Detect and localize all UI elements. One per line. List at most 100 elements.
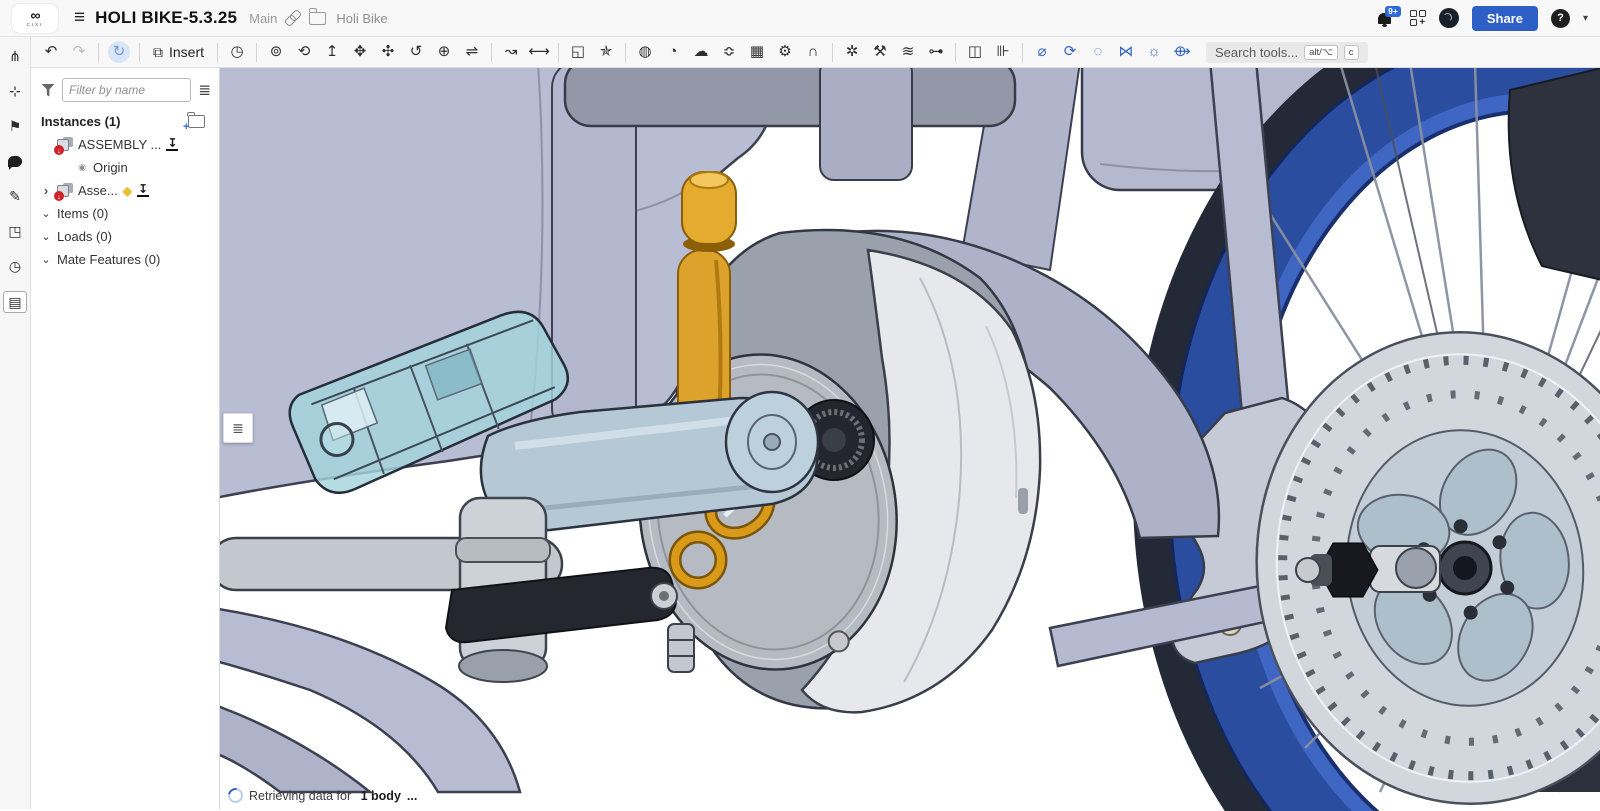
loading-spinner-icon (225, 785, 246, 806)
performance-stopwatch-icon[interactable]: ◷ (4, 256, 26, 276)
lift-part-icon[interactable]: ↥ (318, 38, 346, 66)
toolbar-divider (491, 43, 492, 62)
insert-icon: ⧉ (153, 44, 163, 61)
search-tools-box[interactable]: Search tools...alt/⌥c (1206, 42, 1367, 63)
snap-center-icon[interactable]: ⊕ (430, 38, 458, 66)
clamp-magnet-icon[interactable]: ∩ (799, 38, 827, 66)
interference-gear-icon[interactable]: ✲ (838, 38, 866, 66)
assembly-instance-icon: ↓ (56, 137, 73, 152)
drawing-sheet-icon[interactable]: ◫ (961, 38, 989, 66)
simulation-gear-icon[interactable]: ⚒ (866, 38, 894, 66)
toolbar-divider (558, 43, 559, 62)
versions-cube-icon[interactable]: ◳ (4, 221, 26, 241)
part-lower-frame[interactable] (220, 498, 694, 792)
instances-panel: ≣ Instances (1) ↓ASSEMBLY ...↧◉Origin›↓A… (31, 68, 220, 809)
toolbar-divider (98, 43, 99, 62)
document-path[interactable]: Holi Bike (336, 11, 387, 26)
out-of-date-badge-icon: ↓ (54, 145, 64, 155)
spin-animation-icon[interactable]: ⟴ (1168, 38, 1196, 66)
redo-icon[interactable]: ↷ (65, 38, 93, 66)
tree-row[interactable]: ◉Origin (31, 156, 219, 179)
hierarchy-icon[interactable]: ⋔ (4, 46, 26, 66)
duplicate-instances-icon[interactable]: ≎ (715, 38, 743, 66)
tree-group-header[interactable]: ⌄Items (0) (31, 202, 219, 225)
hamburger-menu-icon[interactable]: ≡ (74, 7, 85, 29)
chevron-down-icon[interactable]: ▾ (1583, 13, 1588, 24)
publish-cloud-icon[interactable]: ☁ (687, 38, 715, 66)
add-folder-icon[interactable] (188, 115, 205, 128)
tree-row[interactable]: ↓ASSEMBLY ...↧ (31, 133, 219, 156)
display-states-flyout-button[interactable]: ≣ (223, 413, 253, 443)
tree-item-label: Asse... (78, 183, 118, 198)
animate-rotate-icon[interactable]: ⟳ (1056, 38, 1084, 66)
document-title[interactable]: HOLI BIKE-5.3.25 (95, 8, 237, 28)
translate-icon[interactable]: ✥ (346, 38, 374, 66)
help-icon[interactable]: ? (1551, 9, 1570, 28)
notification-badge: 9+ (1385, 6, 1401, 17)
select-cylinder-icon[interactable]: ◔ (659, 38, 687, 66)
insert-button[interactable]: ⧉Insert (145, 44, 212, 61)
user-avatar[interactable] (1439, 8, 1459, 28)
measure-tools-icon[interactable]: ⊪ (989, 38, 1017, 66)
list-view-icon[interactable]: ≣ (198, 81, 211, 99)
gear-relation-icon[interactable]: ⚙ (771, 38, 799, 66)
configurations-icon[interactable]: ⊹ (4, 81, 26, 101)
path-relation-icon[interactable]: ↝ (497, 38, 525, 66)
history-icon[interactable]: ◷ (223, 38, 251, 66)
snapshot-rays-icon[interactable]: ☼ (1140, 38, 1168, 66)
mirror-icon[interactable]: ⇌ (458, 38, 486, 66)
cixi-logo[interactable]: ∞ CIXI (12, 4, 58, 33)
update-sync-icon[interactable]: ↻ (108, 41, 130, 63)
share-button[interactable]: Share (1472, 6, 1538, 31)
notifications-button[interactable]: 9+ (1377, 9, 1397, 27)
limit-distance-icon[interactable]: ⟷ (525, 38, 553, 66)
rotate-entity-icon[interactable]: ⟲ (290, 38, 318, 66)
undo-icon[interactable]: ↶ (37, 38, 65, 66)
topbar-actions: 9+ + Share ? ▾ (1377, 6, 1588, 31)
comments-icon[interactable] (4, 151, 26, 171)
workspace-name[interactable]: Main (249, 11, 277, 26)
instances-tree: ↓ASSEMBLY ...↧◉Origin›↓Asse...◆↧ (31, 133, 219, 202)
toolbar-divider (625, 43, 626, 62)
free-move-icon[interactable]: ✣ (374, 38, 402, 66)
belt-chain-icon[interactable]: ⊶ (922, 38, 950, 66)
speech-bubble-icon (8, 156, 22, 167)
filter-funnel-icon[interactable] (41, 84, 55, 97)
toolbar-divider (217, 43, 218, 62)
group-label: Items (0) (57, 206, 108, 221)
pattern-grid-icon[interactable]: ▦ (743, 38, 771, 66)
filter-input[interactable] (62, 78, 191, 102)
exploded-view-icon[interactable]: ◌ (1084, 38, 1112, 66)
group-label: Loads (0) (57, 229, 112, 244)
tree-row[interactable]: ›↓Asse...◆↧ (31, 179, 219, 202)
link-icon[interactable] (284, 9, 302, 27)
instances-header[interactable]: Instances (1) (31, 110, 219, 133)
assembly-instance-icon: ↓ (56, 183, 73, 198)
notes-edit-icon[interactable]: ✎ (4, 186, 26, 206)
rotate-about-axis-icon[interactable]: ↺ (402, 38, 430, 66)
out-of-date-badge-icon: ↓ (54, 191, 64, 201)
collapse-pinch-icon[interactable]: ⋈ (1112, 38, 1140, 66)
infinity-logo-icon: ∞ (31, 8, 40, 22)
revolve-mate-icon[interactable]: ⊚ (262, 38, 290, 66)
bom-checklist-icon[interactable]: ▤ (3, 291, 27, 313)
bike-assembly-render[interactable] (220, 68, 1600, 811)
left-rail: ⋔ ⊹ ⚑ ✎ ◳ ◷ ▤ (0, 37, 31, 809)
origin-icon: ◉ (76, 162, 88, 173)
assembly-3d-viewport[interactable]: ≣ Retrieving data for 1 body... (220, 68, 1600, 809)
tree-group-header[interactable]: ⌄Mate Features (0) (31, 248, 219, 271)
section-sphere-icon[interactable]: ◍ (631, 38, 659, 66)
status-emphasis: 1 body (361, 789, 401, 803)
tree-item-label: ASSEMBLY ... (78, 137, 161, 152)
toolbar-divider (1022, 43, 1023, 62)
named-views-icon[interactable]: ✯ (592, 38, 620, 66)
brand-label: CIXI (27, 23, 44, 28)
appearance-flag-icon[interactable]: ⚑ (4, 116, 26, 136)
explode-lasso-icon[interactable]: ⌀ (1028, 38, 1056, 66)
status-ellipsis: ... (407, 789, 417, 803)
app-switcher-icon[interactable]: + (1410, 10, 1426, 26)
box-select-icon[interactable]: ◱ (564, 38, 592, 66)
tree-group-header[interactable]: ⌄Loads (0) (31, 225, 219, 248)
spring-icon[interactable]: ≋ (894, 38, 922, 66)
expand-chevron-icon[interactable]: › (41, 183, 51, 198)
